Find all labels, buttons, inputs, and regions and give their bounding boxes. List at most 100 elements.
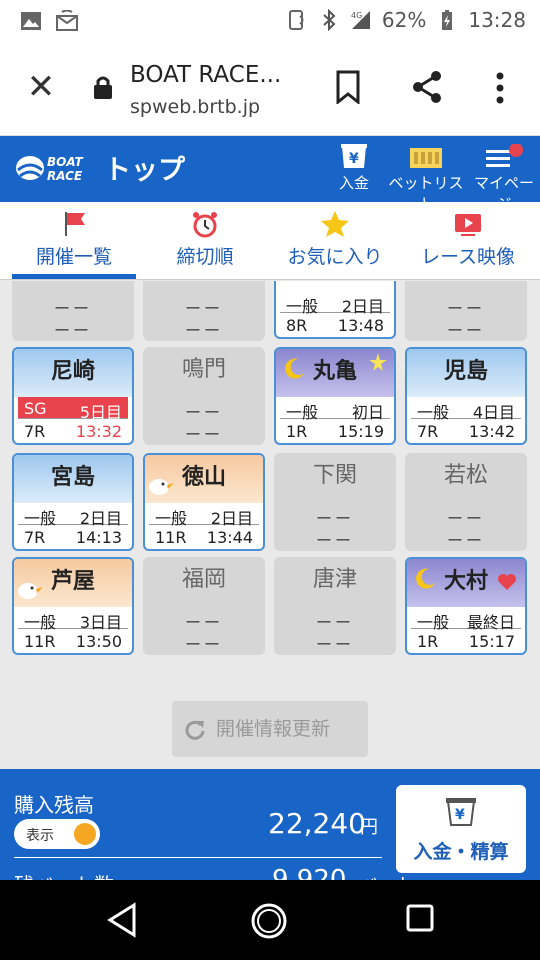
venue-card-shimonoseki[interactable]: 下関 ーー ーー	[274, 453, 396, 551]
venue-card-omura[interactable]: 大村 一般 最終日 1R 15:17	[405, 557, 527, 655]
nfc-icon	[288, 10, 304, 30]
deposit-header-label: 入金	[338, 174, 369, 192]
boat-race-logo[interactable]: BOAT RACE	[14, 150, 86, 186]
venue-card-wakamatsu[interactable]: 若松 ーー ーー	[405, 453, 527, 551]
star-icon	[321, 211, 349, 237]
yen-icon: ¥	[341, 144, 367, 168]
venue-card-fukuoka[interactable]: 福岡 ーー ーー	[143, 557, 265, 655]
balance-panel: 購入残高 表示 22,240 円 残ベット数 9,920 ベット ¥ 入金・精算	[0, 769, 540, 897]
battery-percent: 62%	[381, 8, 427, 32]
card-dash: ーー	[53, 299, 92, 318]
tab-label: お気に入り	[287, 246, 383, 268]
status-bar: 4G 62% 13:28	[0, 0, 540, 42]
close-icon[interactable]: ✕	[24, 70, 58, 104]
card-dash: ーー	[315, 635, 354, 654]
venue-card-ashiya[interactable]: 芦屋 一般 3日目 11R 13:50	[12, 557, 134, 655]
grade: SG	[24, 399, 47, 418]
race: 7R	[417, 422, 439, 441]
balance-label: 購入残高	[14, 793, 94, 817]
race: 11R	[155, 528, 187, 547]
home-icon[interactable]	[250, 902, 288, 940]
tab-deadline[interactable]: 締切順	[150, 202, 260, 280]
tab-label: 開催一覧	[35, 246, 112, 268]
deposit-settle-button[interactable]: ¥ 入金・精算	[396, 785, 526, 873]
video-icon	[455, 214, 481, 236]
svg-text:¥: ¥	[349, 151, 359, 167]
venue-card[interactable]: ーー ーー	[143, 281, 265, 341]
venue-card[interactable]: 一般 2日目 8R 13:48	[274, 281, 396, 339]
card-dash: ーー	[446, 509, 485, 528]
venue-card-naruto[interactable]: 鳴門 ーー ーー	[143, 347, 265, 445]
card-row-race: 11R 13:44	[149, 526, 259, 548]
hamburger-icon	[486, 144, 523, 167]
refresh-schedule-button[interactable]: 開催情報更新	[172, 701, 368, 757]
card-row-grade: 一般 2日目	[18, 503, 128, 528]
balance-unit: 円	[360, 817, 378, 838]
deadline: 13:44	[206, 528, 253, 547]
venue-card[interactable]: ーー ーー	[12, 281, 134, 341]
venue-card-tokuyama[interactable]: 徳山 一般 2日目 11R 13:44	[143, 453, 265, 551]
venue-card-marugame[interactable]: 丸亀 一般 初日 1R 15:19	[274, 347, 396, 445]
venue-card[interactable]: ーー ーー	[405, 281, 527, 341]
race: 1R	[286, 422, 308, 441]
card-dash: ーー	[184, 321, 223, 340]
deadline: 13:50	[75, 632, 122, 651]
more-vert-icon[interactable]	[490, 70, 510, 106]
card-row-grade: 一般 2日目	[149, 503, 259, 528]
page-title[interactable]: BOAT RACE...	[130, 62, 281, 88]
tab-race-video[interactable]: レース映像	[410, 202, 526, 280]
venue-card-amagasaki[interactable]: 尼崎 SG 5日目 7R 13:32	[12, 347, 134, 445]
clock: 13:28	[468, 8, 526, 32]
deadline: 14:13	[75, 528, 122, 547]
bookmark-icon[interactable]	[334, 70, 362, 104]
venue-grid: ーー ーー ーー ーー 一般 2日目 8R 13:48 ーー ーー 尼崎 SG 5日目…	[0, 281, 540, 769]
image-icon	[21, 12, 41, 30]
refresh-icon	[185, 720, 205, 740]
tab-label: 締切順	[176, 246, 234, 268]
race: 8R	[286, 316, 308, 335]
deadline: 13:42	[468, 422, 515, 441]
card-row-race: 7R 14:13	[18, 526, 128, 548]
venue-card-miyajima[interactable]: 宮島 一般 2日目 7R 14:13	[12, 453, 134, 551]
tab-favorites[interactable]: お気に入り	[280, 202, 390, 280]
screen-title: トップ	[104, 155, 185, 186]
back-icon[interactable]	[106, 902, 138, 938]
mail-icon	[56, 10, 78, 31]
toggle-knob	[74, 823, 96, 845]
card-row-race: 8R 13:48	[280, 314, 390, 336]
svg-text:BOAT: BOAT	[47, 155, 83, 169]
card-dash: ーー	[184, 425, 223, 444]
signal-4g-icon: 4G	[351, 11, 370, 29]
bluetooth-icon	[323, 9, 336, 31]
venue-card-kojima[interactable]: 児島 一般 4日目 7R 13:42	[405, 347, 527, 445]
moon-icon	[285, 358, 304, 379]
deposit-settle-label: 入金・精算	[413, 841, 509, 863]
card-dash: ーー	[446, 531, 485, 550]
deadline: 15:19	[337, 422, 384, 441]
race: 11R	[24, 632, 56, 651]
card-dash: ーー	[446, 321, 485, 340]
recents-icon[interactable]	[404, 902, 436, 934]
tab-bar: 開催一覧 締切順 お気に入り レース映像	[0, 202, 540, 280]
card-dash: ーー	[315, 613, 354, 632]
bird-icon	[18, 583, 43, 599]
deposit-header-button[interactable]: ¥ 入金	[338, 144, 370, 193]
lock-icon[interactable]	[92, 74, 114, 100]
card-row-grade: SG 5日目	[18, 397, 128, 422]
venue-name: 下関	[312, 463, 357, 488]
balance-visibility-toggle[interactable]: 表示	[14, 819, 100, 849]
venue-card-karatsu[interactable]: 唐津 ーー ーー	[274, 557, 396, 655]
page-domain[interactable]: spweb.brtb.jp	[130, 96, 260, 118]
toggle-label: 表示	[26, 828, 54, 844]
alarm-clock-icon	[193, 212, 217, 238]
share-icon[interactable]	[410, 70, 444, 104]
tab-schedule[interactable]: 開催一覧	[12, 202, 136, 280]
refresh-label: 開催情報更新	[216, 718, 331, 740]
yen-icon: ¥	[446, 798, 476, 826]
bird-icon	[149, 479, 174, 495]
stars-icon	[369, 353, 387, 371]
card-dash: ーー	[184, 635, 223, 654]
card-dash: ーー	[184, 299, 223, 318]
app-header: BOAT RACE トップ ¥ 入金 ベットリスト マイページ	[0, 136, 540, 213]
card-dash: ーー	[315, 509, 354, 528]
